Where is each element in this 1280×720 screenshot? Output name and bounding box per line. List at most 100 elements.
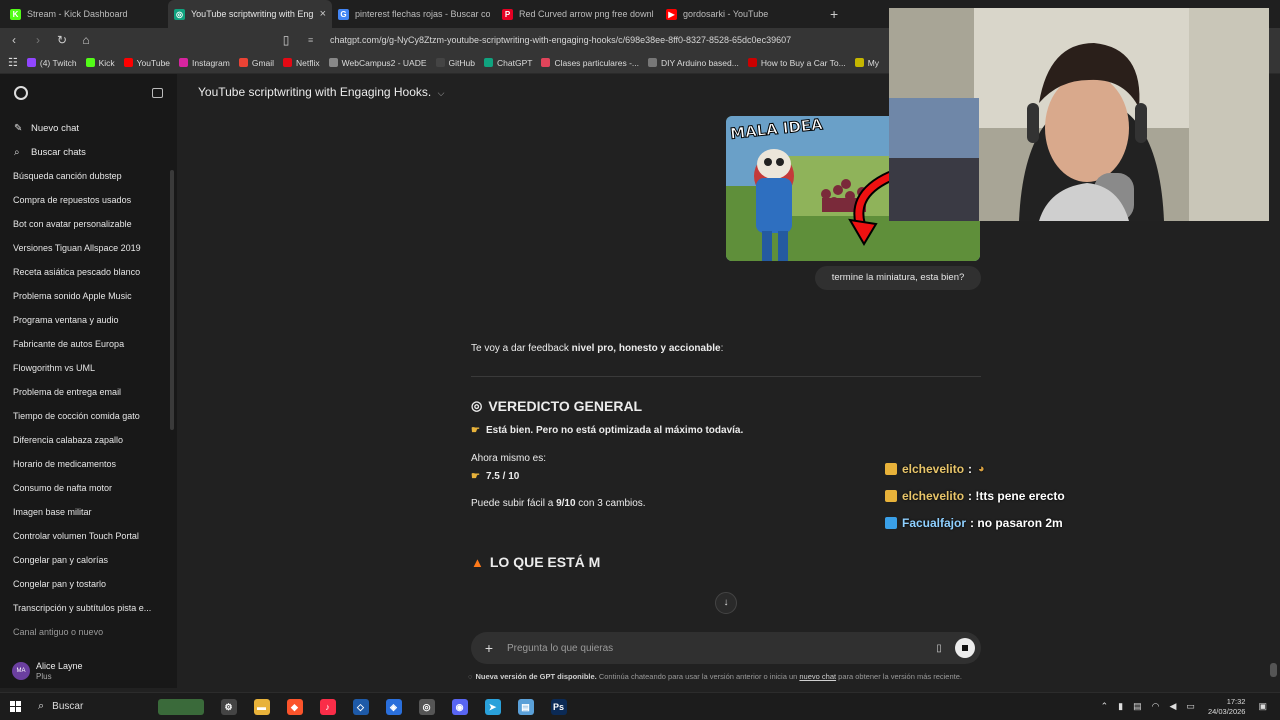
brave-app-icon[interactable]: ◆ bbox=[286, 698, 303, 715]
search-icon: ⌕ bbox=[38, 700, 45, 712]
sidebar-chat-item[interactable]: Diferencia calabaza zapallo bbox=[0, 428, 165, 452]
browser-tab[interactable]: P Red Curved arrow png free downloa bbox=[496, 0, 660, 28]
taskbar-search[interactable]: ⌕ Buscar bbox=[38, 700, 158, 713]
notice-tail: para obtener la versión más reciente. bbox=[836, 672, 962, 681]
bookmark-item[interactable]: Instagram bbox=[179, 58, 230, 68]
bookmark-item[interactable]: DIY Arduino based... bbox=[648, 58, 739, 68]
bookmark-item[interactable]: Clases particulares -... bbox=[541, 58, 639, 68]
sidebar-chat-item[interactable]: Receta asiática pescado blanco bbox=[0, 260, 165, 284]
notification-icon[interactable]: ▣ bbox=[1258, 701, 1267, 712]
network-icon[interactable]: ▤ bbox=[1133, 701, 1142, 712]
bookmark-item[interactable]: Kick bbox=[85, 57, 115, 68]
bookmark-item[interactable]: How to Buy a Car To... bbox=[747, 58, 846, 68]
browser-tab[interactable]: ◎ YouTube scriptwriting with Eng × bbox=[168, 0, 332, 28]
bookmark-item[interactable]: WebCampus2 - UADE bbox=[328, 58, 427, 68]
sidebar-chat-item[interactable]: Problema de entrega email bbox=[0, 380, 165, 404]
sidebar-chat-item[interactable]: Horario de medicamentos bbox=[0, 452, 165, 476]
sidebar-chat-item[interactable]: Versiones Tiguan Allspace 2019 bbox=[0, 236, 165, 260]
sidebar-toggle-icon[interactable] bbox=[152, 88, 163, 98]
bookmark-item[interactable]: Gmail bbox=[238, 57, 275, 68]
tab-title: gordosarki - YouTube bbox=[683, 9, 769, 19]
browser-tab[interactable]: K Stream - Kick Dashboard bbox=[4, 0, 168, 28]
photoshop-app-icon[interactable]: Ps bbox=[550, 698, 567, 715]
explorer-app-icon[interactable]: ▬ bbox=[253, 698, 270, 715]
apps-grid-icon[interactable]: ☷ bbox=[8, 56, 18, 69]
settings-app-icon[interactable]: ⚙ bbox=[220, 698, 237, 715]
chevron-down-icon: ⌵ bbox=[437, 88, 445, 98]
sidebar-chat-item[interactable]: Programa ventana y audio bbox=[0, 308, 165, 332]
home-icon[interactable]: ⌂ bbox=[76, 33, 96, 47]
microphone-icon[interactable]: ▮ bbox=[1118, 701, 1123, 712]
bookmark-favicon-icon bbox=[179, 58, 189, 67]
bookmark-favicon-icon bbox=[541, 58, 551, 67]
sidebar-chat-item[interactable]: Imagen base militar bbox=[0, 500, 165, 524]
notepad-app-icon[interactable]: ▤ bbox=[517, 698, 534, 715]
battery-icon[interactable]: ▭ bbox=[1186, 701, 1195, 712]
volume-icon[interactable]: ◀ bbox=[1170, 701, 1177, 712]
sidebar-scrollbar[interactable] bbox=[170, 170, 174, 430]
bookmark-item[interactable]: (4) Twitch bbox=[26, 58, 77, 68]
sidebar-chat-item[interactable]: Flowgorithm vs UML bbox=[0, 356, 165, 380]
discord-app-icon[interactable]: ◉ bbox=[451, 698, 468, 715]
wifi-icon[interactable]: ◠ bbox=[1152, 701, 1160, 712]
sidebar-chat-item[interactable]: Canal antiguo o nuevo bbox=[0, 620, 165, 644]
chrome-app-icon[interactable]: ◎ bbox=[418, 698, 435, 715]
browser-tab[interactable]: ▶ gordosarki - YouTube bbox=[660, 0, 824, 28]
sidebar-chat-item[interactable]: Bot con avatar personalizable bbox=[0, 212, 165, 236]
sidebar-chat-item[interactable]: Congelar pan y calorías bbox=[0, 548, 165, 572]
search-chats-label: Buscar chats bbox=[31, 146, 86, 158]
telegram-app-icon[interactable]: ➤ bbox=[484, 698, 501, 715]
bookmark-item[interactable]: My bbox=[854, 57, 880, 68]
sidebar-chat-item[interactable]: Fabricante de autos Europa bbox=[0, 332, 165, 356]
sourcetree-app-icon[interactable]: ◈ bbox=[385, 698, 402, 715]
sidebar-chat-item[interactable]: Búsqueda canción dubstep bbox=[0, 164, 165, 188]
stop-generation-button[interactable] bbox=[955, 638, 975, 658]
microphone-icon[interactable]: ▯ bbox=[929, 643, 949, 654]
sidebar-chat-item[interactable]: Consumo de nafta motor bbox=[0, 476, 165, 500]
music-app-icon[interactable]: ♪ bbox=[319, 698, 336, 715]
sidebar-chat-item[interactable]: Tiempo de cocción comida gato bbox=[0, 404, 165, 428]
bookmark-item[interactable]: GitHub bbox=[435, 58, 475, 68]
tab-favicon-icon: P bbox=[502, 8, 513, 20]
bookmark-item[interactable]: YouTube bbox=[123, 58, 170, 68]
new-chat-link[interactable]: nuevo chat bbox=[799, 672, 836, 681]
bookmark-item[interactable]: ChatGPT bbox=[484, 58, 532, 68]
openai-logo-icon[interactable] bbox=[14, 86, 28, 100]
attach-plus-icon[interactable]: + bbox=[471, 640, 507, 656]
new-chat-button[interactable]: ✎ Nuevo chat bbox=[0, 116, 177, 140]
prompt-input[interactable] bbox=[507, 642, 929, 654]
close-tab-icon[interactable]: × bbox=[320, 8, 326, 20]
clock[interactable]: 17:32 24/03/2026 bbox=[1208, 697, 1246, 717]
windows-start-icon[interactable] bbox=[10, 700, 22, 713]
weather-widget-icon[interactable] bbox=[158, 698, 204, 715]
address-bar[interactable]: ≡ chatgpt.com/g/g-NyCy8Ztzm-youtube-scri… bbox=[308, 35, 791, 45]
bookmark-label: My bbox=[867, 57, 880, 68]
reload-icon[interactable]: ↻ bbox=[52, 33, 72, 47]
search-chats-button[interactable]: ⌕ Buscar chats bbox=[0, 140, 177, 164]
vscode-app-icon[interactable]: ◇ bbox=[352, 698, 369, 715]
browser-tab[interactable]: Gpinterest flechas rojas - Buscar con G bbox=[332, 0, 496, 28]
bookmark-item[interactable]: Netflix bbox=[283, 58, 320, 68]
stream-chat-overlay: elchevelito : ◕ elchevelito : !tts pene e… bbox=[880, 455, 1280, 535]
bookmark-label: Gmail bbox=[251, 57, 275, 68]
scroll-to-bottom-button[interactable]: ↓ bbox=[715, 592, 737, 614]
sidebar-chat-item[interactable]: Problema sonido Apple Music bbox=[0, 284, 165, 308]
tab-favicon-icon: G bbox=[338, 8, 349, 20]
chat-badge-icon bbox=[885, 516, 897, 529]
bookmark-favicon-icon bbox=[85, 58, 95, 67]
user-menu[interactable]: MA Alice Layne Plus bbox=[0, 654, 177, 688]
page-scrollbar[interactable] bbox=[1270, 663, 1277, 677]
sidebar-chat-item[interactable]: Compra de repuestos usados bbox=[0, 188, 165, 212]
bookmark-label: Kick bbox=[98, 57, 115, 68]
sidebar-chat-item[interactable]: Controlar volumen Touch Portal bbox=[0, 524, 165, 548]
back-icon[interactable]: ‹ bbox=[4, 33, 24, 47]
intro-end: : bbox=[720, 343, 724, 354]
forward-icon[interactable]: › bbox=[28, 33, 48, 47]
sidebar-chat-item[interactable]: Congelar pan y tostarlo bbox=[0, 572, 165, 596]
chevron-up-icon[interactable]: ⌃ bbox=[1101, 701, 1109, 712]
bookmark-icon[interactable]: ▯ bbox=[276, 33, 296, 47]
new-tab-icon[interactable]: + bbox=[830, 6, 838, 22]
conversation-title[interactable]: YouTube scriptwriting with Engaging Hook… bbox=[198, 85, 444, 99]
sidebar-chat-item[interactable]: Transcripción y subtítulos pista e... bbox=[0, 596, 165, 620]
site-info-icon[interactable]: ≡ bbox=[308, 35, 322, 45]
